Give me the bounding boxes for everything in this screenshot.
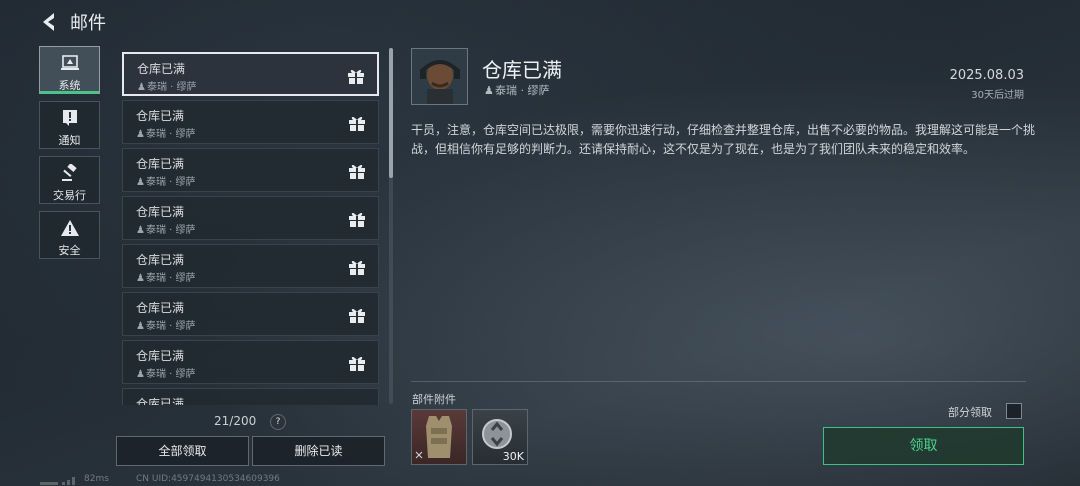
mail-count: 21/200: [214, 414, 257, 428]
gift-icon: [349, 308, 365, 323]
gift-icon: [349, 356, 365, 371]
back-arrow-icon[interactable]: [38, 10, 62, 34]
mail-sender: ♟ 泰瑞 · 缪萨: [136, 321, 196, 332]
signal-icon: [40, 477, 75, 485]
mail-sender: ♟ 泰瑞 · 缪萨: [137, 82, 197, 93]
mail-title: 仓库已满: [136, 157, 185, 171]
attachment-slot-coin[interactable]: 30K: [472, 409, 528, 465]
mail-list-item[interactable]: 仓库已满 ♟ 泰瑞 · 缪萨: [122, 100, 379, 144]
mail-list-item[interactable]: 仓库已满 ♟ 泰瑞 · 缪萨: [122, 292, 379, 336]
mail-expiry: 30天后过期: [971, 90, 1024, 101]
user-uid: CN UID:4597494130534609396: [136, 474, 280, 484]
attachment-slot-armor[interactable]: [411, 409, 467, 465]
mail-detail-title: 仓库已满: [482, 58, 562, 82]
divider: [411, 381, 1026, 382]
attachment-quantity: 30K: [502, 450, 524, 463]
mail-title: 仓库已满: [136, 301, 185, 315]
nav-item-auction[interactable]: 交易行: [39, 156, 100, 204]
mail-title: 仓库已满: [136, 349, 185, 363]
page-title: 邮件: [70, 13, 106, 34]
nav-item-security[interactable]: 安全: [39, 211, 100, 259]
mail-list-item[interactable]: 仓库已满 ♟ 泰瑞 · 缪萨: [122, 52, 379, 96]
nav-label-system: 系统: [58, 79, 81, 92]
mail-list[interactable]: 仓库已满 ♟ 泰瑞 · 缪萨 仓库已满 ♟ 泰瑞 · 缪萨 仓库已满 ♟ 泰瑞 …: [120, 50, 382, 405]
partial-claim-checkbox[interactable]: [1006, 403, 1022, 419]
mail-sender: ♟ 泰瑞 · 缪萨: [136, 177, 196, 188]
nav-label-security: 安全: [58, 244, 81, 257]
claim-all-button[interactable]: 全部领取: [116, 436, 249, 466]
mail-sender: ♟ 泰瑞 · 缪萨: [136, 369, 196, 380]
mail-list-item[interactable]: 仓库已满 ♟ 泰瑞 · 缪萨: [122, 244, 379, 288]
armor-vest-icon: [415, 416, 452, 459]
scrollbar-thumb[interactable]: [389, 48, 393, 178]
mail-title: 仓库已满: [136, 205, 185, 219]
mail-detail-sender: ♟ 泰瑞 · 缪萨: [484, 84, 550, 97]
mail-title: 仓库已满: [136, 397, 185, 405]
claim-button[interactable]: 领取: [823, 427, 1024, 465]
mail-list-item[interactable]: 仓库已满: [122, 388, 379, 405]
attachments-label: 部件附件: [412, 393, 456, 406]
gift-icon: [349, 164, 365, 179]
delete-read-button[interactable]: 删除已读: [252, 436, 385, 466]
mail-title: 仓库已满: [136, 109, 185, 123]
auction-gavel-icon: [61, 164, 77, 181]
sender-avatar: [411, 48, 468, 105]
avatar-portrait: [412, 49, 467, 104]
nav-label-notice: 通知: [58, 134, 81, 147]
ping-readout: 82ms: [84, 474, 109, 484]
mail-body: 干员，注意，仓库空间已达极限，需要你迅速行动，仔细检查并整理仓库，出售不必要的物…: [411, 123, 1036, 156]
mail-list-item[interactable]: 仓库已满 ♟ 泰瑞 · 缪萨: [122, 340, 379, 384]
gift-icon: [349, 212, 365, 227]
system-icon: [60, 55, 79, 70]
warning-icon: [60, 220, 79, 236]
mail-date: 2025.08.03: [949, 68, 1024, 83]
nav-item-system[interactable]: 系统: [39, 46, 100, 94]
partial-claim-label: 部分领取: [948, 406, 992, 419]
help-icon[interactable]: ?: [270, 414, 286, 430]
mail-sender: ♟ 泰瑞 · 缪萨: [136, 129, 196, 140]
mail-title: 仓库已满: [136, 253, 185, 267]
gift-icon: [348, 69, 364, 84]
gift-icon: [349, 260, 365, 275]
mail-list-item[interactable]: 仓库已满 ♟ 泰瑞 · 缪萨: [122, 148, 379, 192]
mail-sender: ♟ 泰瑞 · 缪萨: [136, 273, 196, 284]
nav-item-notice[interactable]: 通知: [39, 101, 100, 149]
mail-sender: ♟ 泰瑞 · 缪萨: [136, 225, 196, 236]
notice-icon: [62, 110, 77, 126]
nav-label-auction: 交易行: [53, 189, 86, 202]
mail-title: 仓库已满: [137, 62, 186, 76]
gift-icon: [349, 116, 365, 131]
mail-list-item[interactable]: 仓库已满 ♟ 泰瑞 · 缪萨: [122, 196, 379, 240]
